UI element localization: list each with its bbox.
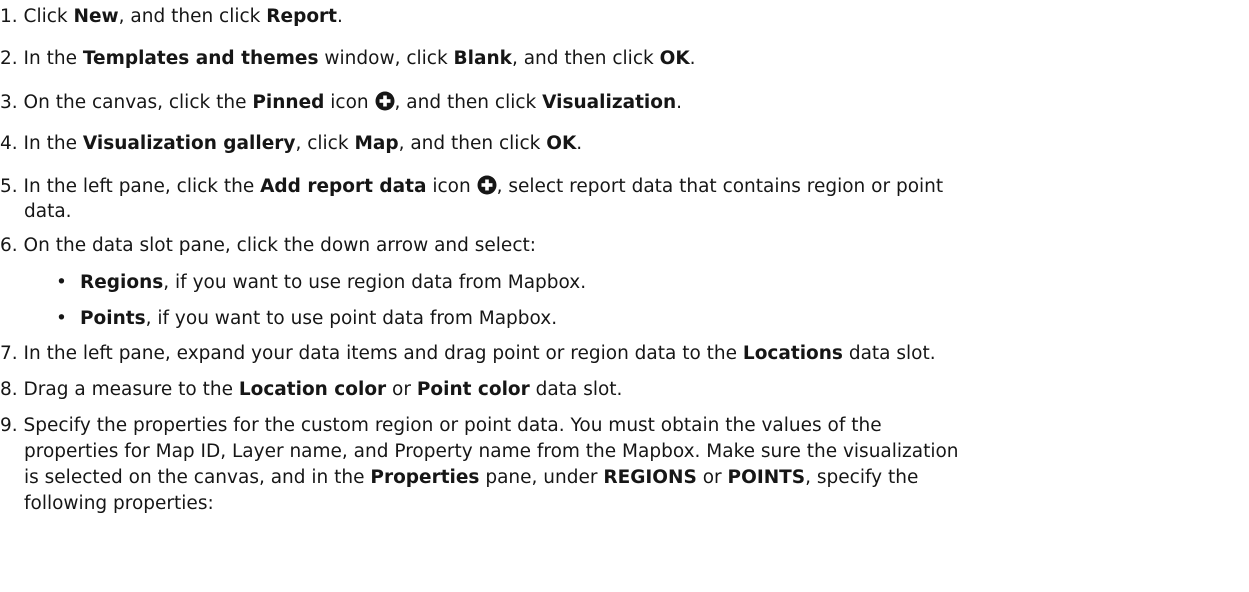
ui-term-map: Map [354, 133, 399, 154]
step-7: 7. In the left pane, expand your data it… [0, 343, 936, 364]
step-2: 2. In the Templates and themes window, c… [0, 48, 696, 69]
step-number: 8. [0, 379, 18, 400]
ui-term-visualization: Visualization [542, 92, 677, 113]
step-number: 1. [0, 6, 18, 27]
ui-term-report: Report [266, 6, 337, 27]
ui-term-new: New [73, 6, 119, 27]
ui-term-locations: Locations [742, 343, 843, 364]
step-number: 4. [0, 133, 18, 154]
ui-term-templates-and-themes: Templates and themes [82, 48, 319, 69]
ui-term-properties: Properties [370, 467, 480, 488]
ui-term-regions-caps: REGIONS [603, 467, 697, 488]
step-1: 1. Click New, and then click Report. [0, 6, 343, 27]
ui-term-ok: OK [546, 133, 577, 154]
step-9-line-2: properties for Map ID, Layer name, and P… [24, 441, 959, 462]
step-9-line-4: following properties: [24, 493, 214, 514]
step-number: 5. [0, 176, 18, 197]
ui-term-add-report-data: Add report data [260, 176, 427, 197]
step-5: 5. In the left pane, click the Add repor… [0, 175, 944, 197]
ui-term-point-color: Point color [416, 379, 530, 400]
step-number: 7. [0, 343, 18, 364]
step-number: 3. [0, 92, 18, 113]
plus-circle-icon [477, 175, 497, 195]
step-9-line-3: is selected on the canvas, and in the Pr… [24, 467, 919, 488]
ui-term-pinned: Pinned [252, 92, 325, 113]
step-6: 6. On the data slot pane, click the down… [0, 235, 536, 256]
bullet-item-regions: Regions, if you want to use region data … [80, 272, 587, 293]
ui-term-location-color: Location color [238, 379, 387, 400]
bullet-icon: • [56, 308, 67, 329]
step-number: 2. [0, 48, 18, 69]
bullet-icon: • [56, 272, 67, 293]
ui-term-points-caps: POINTS [727, 467, 806, 488]
ui-term-regions: Regions [80, 272, 164, 293]
ui-term-visualization-gallery: Visualization gallery [82, 133, 296, 154]
ui-term-blank: Blank [453, 48, 512, 69]
step-8: 8. Drag a measure to the Location color … [0, 379, 623, 400]
step-number: 6. [0, 235, 18, 256]
step-9: 9. Specify the properties for the custom… [0, 415, 882, 436]
ui-term-points: Points [80, 308, 146, 329]
step-3: 3. On the canvas, click the Pinned icon … [0, 91, 683, 113]
step-number: 9. [0, 415, 18, 436]
bullet-item-points: Points, if you want to use point data fr… [80, 308, 558, 329]
plus-circle-icon [375, 91, 394, 111]
step-5-continuation: data. [24, 201, 72, 222]
step-4: 4. In the Visualization gallery, click M… [0, 133, 583, 154]
ui-term-ok: OK [659, 48, 690, 69]
